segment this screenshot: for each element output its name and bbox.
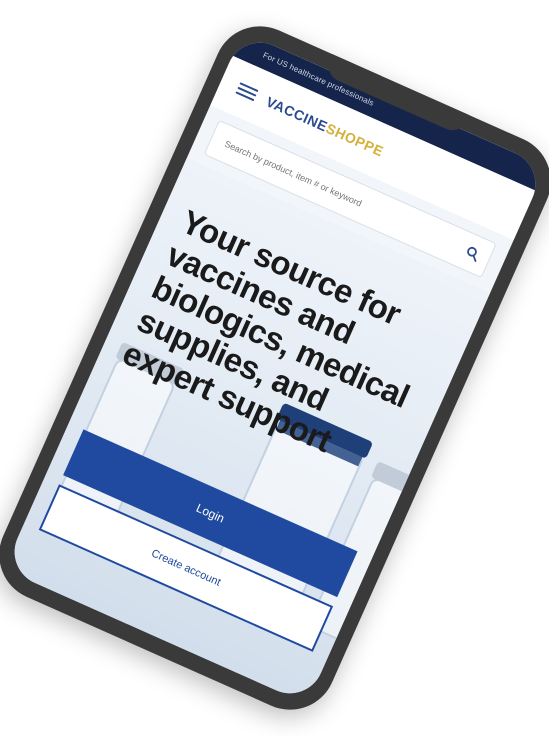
- hero-title: Your source for vaccines and biologics, …: [117, 202, 415, 460]
- logo-accent-text: SHOPPE: [323, 119, 387, 160]
- menu-icon[interactable]: [235, 82, 259, 102]
- phone-frame: For US healthcare professionals VACCINES…: [0, 11, 549, 725]
- logo-main-text: VACCINE: [263, 93, 331, 135]
- stage: For US healthcare professionals VACCINES…: [0, 0, 549, 736]
- phone-screen: For US healthcare professionals VACCINES…: [3, 31, 547, 705]
